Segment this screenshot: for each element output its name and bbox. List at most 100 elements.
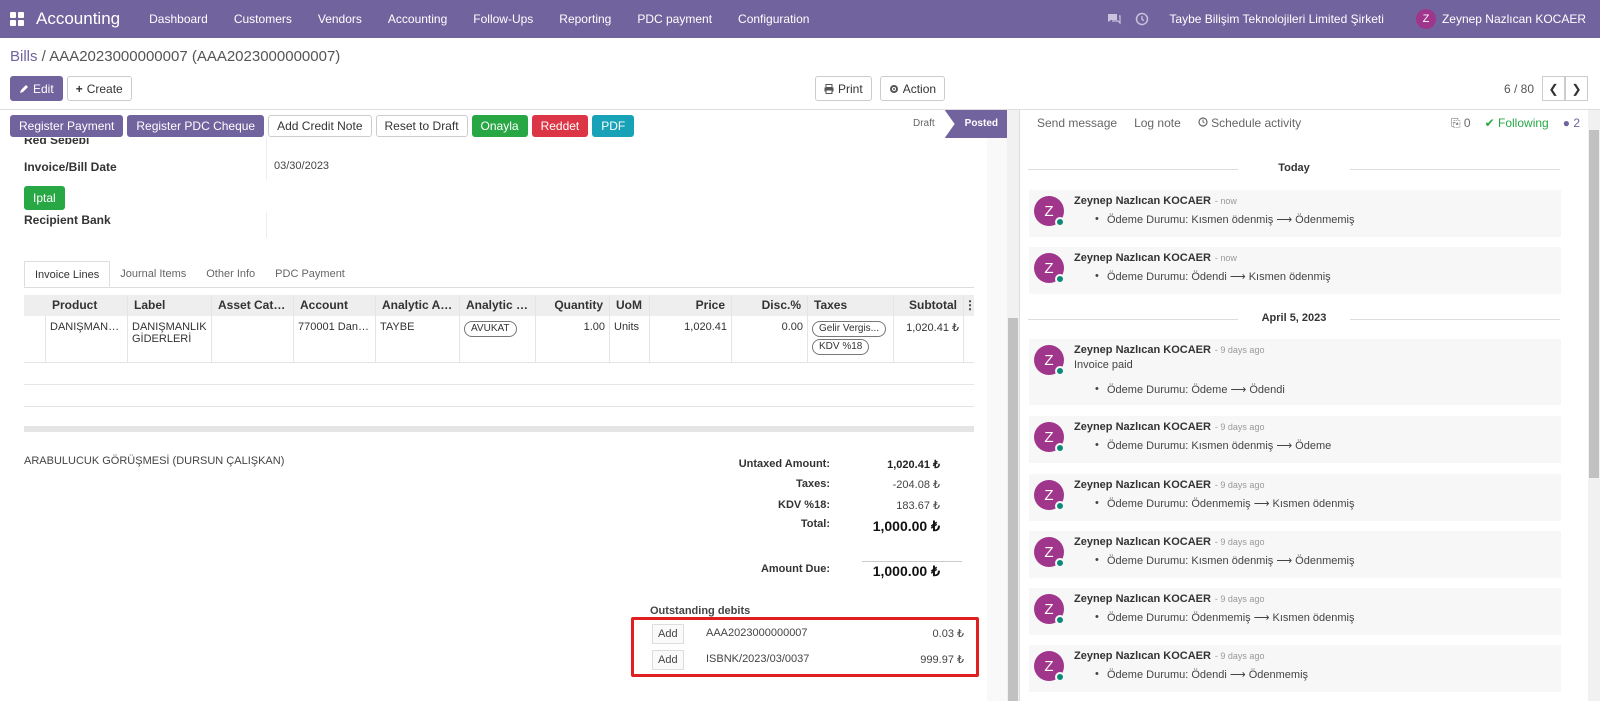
- print-button[interactable]: Print: [815, 76, 872, 101]
- outstanding-reference[interactable]: ISBNK/2023/03/0037: [706, 653, 809, 665]
- message-author[interactable]: Zeynep Nazlıcan KOCAER - 9 days ago: [1074, 344, 1264, 356]
- untaxed-amount-value: 1,020.41 ₺: [887, 459, 940, 471]
- tab-other-info[interactable]: Other Info: [196, 261, 265, 287]
- add-outstanding-button[interactable]: Add: [652, 624, 684, 644]
- empty-row[interactable]: [24, 385, 974, 407]
- pager-previous-button[interactable]: ❮: [1542, 76, 1565, 101]
- create-button[interactable]: + Create: [66, 76, 132, 101]
- message-avatar[interactable]: Z: [1034, 537, 1065, 568]
- message-time: - now: [1214, 253, 1237, 263]
- form-scrollbar-thumb[interactable]: [1008, 318, 1018, 701]
- col-label[interactable]: Label: [128, 295, 212, 316]
- chatter-scrollbar-thumb[interactable]: [1589, 130, 1599, 478]
- message-avatar[interactable]: Z: [1034, 480, 1065, 511]
- register-payment-button[interactable]: Register Payment: [10, 114, 124, 137]
- clock-icon[interactable]: [1135, 12, 1149, 26]
- menu-configuration[interactable]: Configuration: [725, 0, 822, 38]
- cell-taxes[interactable]: Gelir Vergis... KDV %18: [808, 316, 894, 362]
- add-credit-note-button[interactable]: Add Credit Note: [268, 114, 372, 137]
- attachments-button[interactable]: ⎘ 0: [1451, 116, 1471, 131]
- pdf-button[interactable]: PDF: [592, 114, 635, 137]
- col-analytic-tags[interactable]: Analytic Tags: [460, 295, 536, 316]
- iptal-button[interactable]: Iptal: [24, 186, 65, 210]
- avatar-initial: Z: [1044, 600, 1054, 618]
- outstanding-reference[interactable]: AAA2023000000007: [706, 627, 808, 639]
- message-author[interactable]: Zeynep Nazlıcan KOCAER - 9 days ago: [1074, 593, 1264, 605]
- cell-price[interactable]: 1,020.41: [650, 316, 732, 362]
- tab-invoice-lines[interactable]: Invoice Lines: [24, 261, 111, 287]
- narration-text[interactable]: ARABULUCUK GÖRÜŞMESİ (DURSUN ÇALIŞKAN): [24, 455, 284, 467]
- message-avatar[interactable]: Z: [1034, 196, 1065, 227]
- following-button[interactable]: ✔ Following: [1485, 116, 1549, 131]
- col-taxes[interactable]: Taxes: [808, 295, 894, 316]
- onayla-button[interactable]: Onayla: [471, 114, 528, 137]
- message-author[interactable]: Zeynep Nazlıcan KOCAER - now: [1074, 252, 1237, 264]
- message-author[interactable]: Zeynep Nazlıcan KOCAER - now: [1074, 195, 1237, 207]
- send-message-button[interactable]: Send message: [1037, 116, 1117, 130]
- chat-icon[interactable]: [1107, 12, 1122, 26]
- message-avatar[interactable]: Z: [1034, 345, 1065, 376]
- col-product[interactable]: Product: [46, 295, 128, 316]
- menu-accounting[interactable]: Accounting: [375, 0, 460, 38]
- tab-journal-items[interactable]: Journal Items: [110, 261, 196, 287]
- cell-quantity[interactable]: 1.00: [536, 316, 610, 362]
- message-avatar[interactable]: Z: [1034, 422, 1065, 453]
- app-name[interactable]: Accounting: [36, 9, 120, 29]
- menu-customers[interactable]: Customers: [221, 0, 305, 38]
- chatter-message: Z Zeynep Nazlıcan KOCAER- 9 days ago Öde…: [1029, 588, 1561, 635]
- col-asset-category[interactable]: Asset Categ...: [212, 295, 294, 316]
- pager-value[interactable]: 6 / 80: [1504, 82, 1534, 96]
- menu-pdc-payment[interactable]: PDC payment: [624, 0, 725, 38]
- col-uom[interactable]: UoM: [610, 295, 650, 316]
- add-outstanding-button[interactable]: Add: [652, 650, 684, 670]
- col-account[interactable]: Account: [294, 295, 376, 316]
- cell-product[interactable]: DANIŞMANLI...: [46, 316, 128, 362]
- message-author[interactable]: Zeynep Nazlıcan KOCAER - 9 days ago: [1074, 650, 1264, 662]
- register-pdc-cheque-button[interactable]: Register PDC Cheque: [127, 114, 265, 137]
- message-author[interactable]: Zeynep Nazlıcan KOCAER - 9 days ago: [1074, 536, 1264, 548]
- cell-asset[interactable]: [212, 316, 294, 362]
- action-button[interactable]: Action: [879, 76, 946, 101]
- company-switcher[interactable]: Taybe Bilişim Teknolojileri Limited Şirk…: [1169, 12, 1384, 26]
- recipient-bank-label: Recipient Bank: [24, 213, 111, 227]
- log-note-button[interactable]: Log note: [1134, 116, 1181, 130]
- col-discount[interactable]: Disc.%: [732, 295, 808, 316]
- empty-row[interactable]: [24, 363, 974, 385]
- table-row[interactable]: DANIŞMANLI... DANIŞMANLIK GİDERLERİ 7700…: [24, 316, 974, 363]
- cell-uom[interactable]: Units: [610, 316, 650, 362]
- tab-pdc-payment[interactable]: PDC Payment: [265, 261, 355, 287]
- edit-button[interactable]: Edit: [10, 76, 63, 101]
- message-author[interactable]: Zeynep Nazlıcan KOCAER - 9 days ago: [1074, 479, 1264, 491]
- column-options-icon[interactable]: ⋮: [964, 295, 974, 316]
- cell-analytic-account[interactable]: TAYBE: [376, 316, 460, 362]
- col-subtotal[interactable]: Subtotal: [894, 295, 964, 316]
- col-quantity[interactable]: Quantity: [536, 295, 610, 316]
- breadcrumb-bills-link[interactable]: Bills: [10, 48, 38, 65]
- amount-due-row: Amount Due: 1,000.00 ₺: [670, 563, 970, 581]
- user-avatar[interactable]: Z: [1415, 9, 1436, 29]
- message-avatar[interactable]: Z: [1034, 594, 1065, 625]
- cell-label[interactable]: DANIŞMANLIK GİDERLERİ: [128, 316, 212, 362]
- cell-subtotal[interactable]: 1,020.41 ₺: [894, 316, 964, 362]
- chatter-message: Z Zeynep Nazlıcan KOCAER- 9 days ago Öde…: [1029, 474, 1561, 521]
- user-menu[interactable]: Zeynep Nazlıcan KOCAER: [1442, 12, 1586, 26]
- schedule-activity-button[interactable]: Schedule activity: [1198, 116, 1301, 130]
- menu-vendors[interactable]: Vendors: [305, 0, 375, 38]
- reset-to-draft-button[interactable]: Reset to Draft: [375, 114, 468, 137]
- followers-button[interactable]: ● 2: [1563, 116, 1580, 131]
- cell-discount[interactable]: 0.00: [732, 316, 808, 362]
- col-price[interactable]: Price: [650, 295, 732, 316]
- pager-next-button[interactable]: ❯: [1565, 76, 1588, 101]
- message-avatar[interactable]: Z: [1034, 651, 1065, 682]
- menu-follow-ups[interactable]: Follow-Ups: [460, 0, 546, 38]
- apps-menu-icon[interactable]: [10, 12, 24, 26]
- cell-analytic-tags[interactable]: AVUKAT: [460, 316, 536, 362]
- col-analytic-account[interactable]: Analytic Acc...: [376, 295, 460, 316]
- cell-account[interactable]: 770001 Danış...: [294, 316, 376, 362]
- menu-reporting[interactable]: Reporting: [546, 0, 624, 38]
- chatter-message: Z Zeynep Nazlıcan KOCAER- now Ödeme Duru…: [1029, 190, 1561, 237]
- message-author[interactable]: Zeynep Nazlıcan KOCAER - 9 days ago: [1074, 421, 1264, 433]
- menu-dashboard[interactable]: Dashboard: [136, 0, 221, 38]
- message-avatar[interactable]: Z: [1034, 253, 1065, 284]
- reddet-button[interactable]: Reddet: [531, 114, 589, 137]
